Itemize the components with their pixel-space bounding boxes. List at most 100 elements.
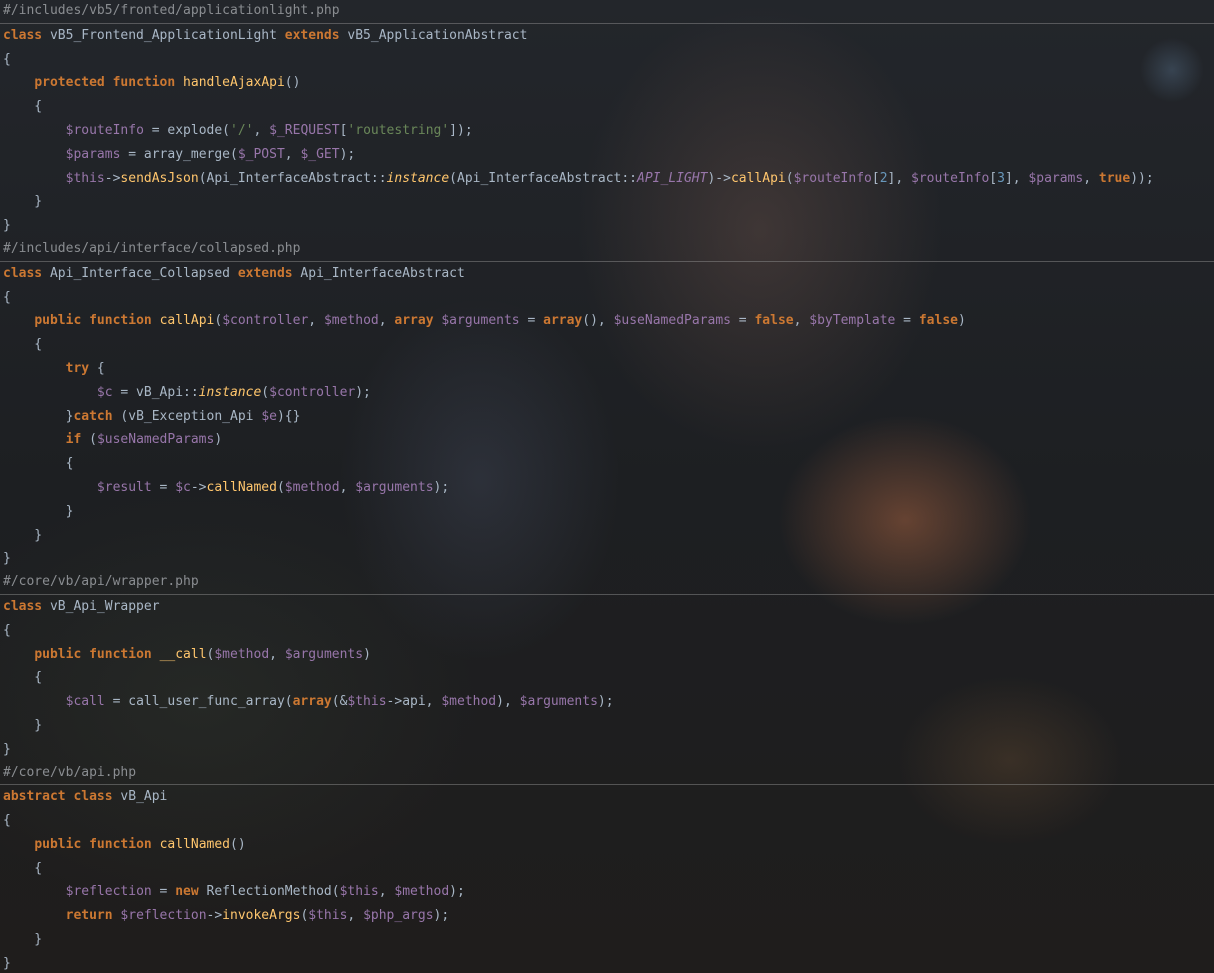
code-token: $params bbox=[1028, 170, 1084, 186]
code-token: callApi bbox=[730, 170, 786, 186]
code-token: { bbox=[3, 456, 74, 472]
code-line: $c = vB_Api::instance($controller); bbox=[0, 381, 1214, 405]
code-token: ) bbox=[214, 432, 223, 448]
code-token: false bbox=[754, 313, 794, 329]
code-editor[interactable]: #/includes/vb5/fronted/applicationlight.… bbox=[0, 0, 1214, 973]
code-token: ); bbox=[433, 908, 450, 924]
code-line: $reflection = new ReflectionMethod($this… bbox=[0, 880, 1214, 904]
code-token: callNamed bbox=[206, 479, 277, 495]
code-token: } bbox=[3, 503, 74, 519]
code-token: , bbox=[253, 122, 270, 138]
code-token: $this bbox=[308, 908, 348, 924]
code-line: } bbox=[0, 738, 1214, 762]
code-token: class bbox=[3, 265, 43, 281]
code-token: ){} bbox=[276, 408, 301, 424]
code-token: $useNamedParams bbox=[613, 313, 731, 329]
code-token: ) bbox=[363, 646, 371, 662]
code-token: $php_args bbox=[363, 908, 434, 924]
code-token: instance bbox=[198, 384, 262, 400]
code-token: () bbox=[230, 836, 246, 852]
code-token: [ bbox=[989, 170, 998, 186]
code-token: array bbox=[543, 313, 583, 329]
file-path-comment: #/includes/vb5/fronted/applicationlight.… bbox=[0, 0, 1214, 24]
code-token: catch bbox=[73, 408, 113, 424]
code-line: } bbox=[0, 714, 1214, 738]
code-token: { bbox=[89, 360, 105, 376]
file-path-comment: #/core/vb/api/wrapper.php bbox=[0, 571, 1214, 595]
code-token: if bbox=[65, 432, 82, 448]
code-token: sendAsJson bbox=[120, 170, 199, 186]
code-token: -> bbox=[104, 170, 121, 186]
code-token: $method bbox=[323, 313, 379, 329]
code-token: return bbox=[65, 908, 113, 924]
code-token: vB_Api bbox=[112, 789, 168, 805]
code-token: vB5_Frontend_ApplicationLight bbox=[42, 27, 285, 43]
code-token: false bbox=[918, 313, 958, 329]
code-token: 2 bbox=[879, 170, 888, 186]
code-line: class Api_Interface_Collapsed extends Ap… bbox=[0, 262, 1214, 286]
code-token: function bbox=[89, 313, 152, 329]
code-token: , bbox=[378, 313, 395, 329]
code-token: , bbox=[284, 146, 301, 162]
code-line: return $reflection->invokeArgs($this, $p… bbox=[0, 904, 1214, 928]
code-line: class vB5_Frontend_ApplicationLight exte… bbox=[0, 24, 1214, 48]
code-token: vB_Api_Wrapper bbox=[42, 598, 160, 614]
code-token: ( bbox=[261, 384, 270, 400]
code-token: (vB_Exception_Api bbox=[112, 408, 262, 424]
code-line: { bbox=[0, 619, 1214, 643]
code-token: __call bbox=[159, 646, 207, 662]
code-line: { bbox=[0, 857, 1214, 881]
code-token: abstract bbox=[3, 789, 66, 805]
code-token: array bbox=[292, 694, 332, 710]
code-line: public function callNamed() bbox=[0, 833, 1214, 857]
code-line: $params = array_merge($_POST, $_GET); bbox=[0, 143, 1214, 167]
code-token: } bbox=[3, 741, 11, 757]
code-token: $controller bbox=[269, 384, 356, 400]
code-line: }catch (vB_Exception_Api $e){} bbox=[0, 405, 1214, 429]
code-token: $params bbox=[65, 146, 121, 162]
code-token: ( bbox=[276, 479, 285, 495]
code-token: (& bbox=[331, 694, 348, 710]
code-token: { bbox=[3, 670, 43, 686]
code-token: = vB_Api:: bbox=[112, 384, 199, 400]
code-token: extends bbox=[237, 265, 293, 281]
code-token: (Api_InterfaceAbstract:: bbox=[449, 170, 638, 186]
code-token: { bbox=[3, 51, 11, 67]
code-token: $useNamedParams bbox=[96, 432, 215, 448]
code-line: { bbox=[0, 95, 1214, 119]
file-path-comment: #/includes/api/interface/collapsed.php bbox=[0, 238, 1214, 262]
code-line: public function callApi($controller, $me… bbox=[0, 309, 1214, 333]
code-token: $arguments bbox=[355, 479, 434, 495]
code-token: $call bbox=[65, 694, 105, 710]
code-token: new bbox=[175, 884, 199, 900]
code-line: { bbox=[0, 809, 1214, 833]
code-token: API_LIGHT bbox=[637, 170, 708, 186]
code-token: $arguments bbox=[441, 313, 520, 329]
code-line: abstract class vB_Api bbox=[0, 785, 1214, 809]
code-token: ); bbox=[433, 479, 450, 495]
code-token: $c bbox=[96, 384, 113, 400]
code-line: { bbox=[0, 333, 1214, 357]
code-token: function bbox=[89, 836, 152, 852]
code-token: extends bbox=[284, 27, 340, 43]
code-token: $this bbox=[65, 170, 105, 186]
code-token: )); bbox=[1130, 170, 1154, 186]
code-token: , bbox=[308, 313, 324, 329]
code-token: $byTemplate bbox=[809, 313, 896, 329]
code-token: ); bbox=[597, 694, 614, 710]
code-token: true bbox=[1098, 170, 1131, 186]
code-token: function bbox=[112, 75, 176, 91]
code-token: ); bbox=[339, 146, 356, 162]
code-token: } bbox=[3, 955, 11, 971]
code-token: $this bbox=[347, 694, 387, 710]
